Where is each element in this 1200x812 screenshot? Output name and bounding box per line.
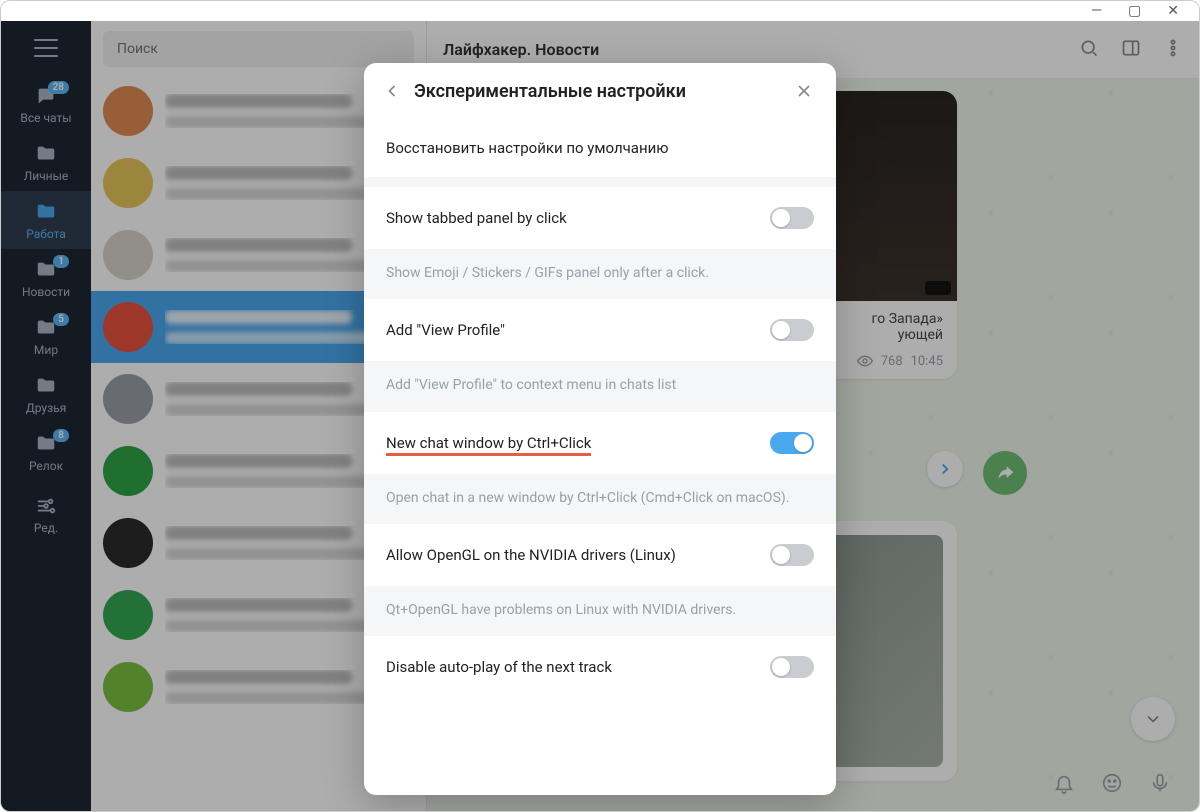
setting-row-1: Add "View Profile" (364, 299, 836, 361)
modal-title: Экспериментальные настройки (414, 81, 782, 102)
window-titlebar: — ▢ ✕ (1, 1, 1199, 21)
setting-toggle[interactable] (770, 207, 814, 229)
close-button[interactable] (782, 69, 826, 113)
setting-label: Disable auto-play of the next track (386, 658, 770, 676)
window-maximize[interactable]: ▢ (1128, 3, 1141, 19)
setting-row-2: New chat window by Ctrl+Click (364, 412, 836, 474)
setting-toggle[interactable] (770, 432, 814, 454)
window-minimize[interactable]: — (1091, 3, 1102, 19)
setting-label: Allow OpenGL on the NVIDIA drivers (Linu… (386, 546, 770, 564)
setting-toggle[interactable] (770, 544, 814, 566)
setting-row-4: Disable auto-play of the next track (364, 636, 836, 698)
back-button[interactable] (370, 69, 414, 113)
experimental-settings-modal: Экспериментальные настройки Восстановить… (364, 63, 836, 795)
setting-label: New chat window by Ctrl+Click (386, 434, 770, 452)
setting-desc: Qt+OpenGL have problems on Linux with NV… (364, 586, 836, 636)
setting-desc: Add "View Profile" to context menu in ch… (364, 361, 836, 411)
setting-toggle[interactable] (770, 656, 814, 678)
window-close[interactable]: ✕ (1167, 3, 1179, 19)
setting-desc: Open chat in a new window by Ctrl+Click … (364, 474, 836, 524)
setting-label: Show tabbed panel by click (386, 209, 770, 227)
setting-label: Add "View Profile" (386, 321, 770, 339)
setting-row-3: Allow OpenGL on the NVIDIA drivers (Linu… (364, 524, 836, 586)
setting-row-0: Show tabbed panel by click (364, 187, 836, 249)
setting-toggle[interactable] (770, 319, 814, 341)
restore-defaults[interactable]: Восстановить настройки по умолчанию (364, 119, 836, 177)
setting-desc: Show Emoji / Stickers / GIFs panel only … (364, 249, 836, 299)
